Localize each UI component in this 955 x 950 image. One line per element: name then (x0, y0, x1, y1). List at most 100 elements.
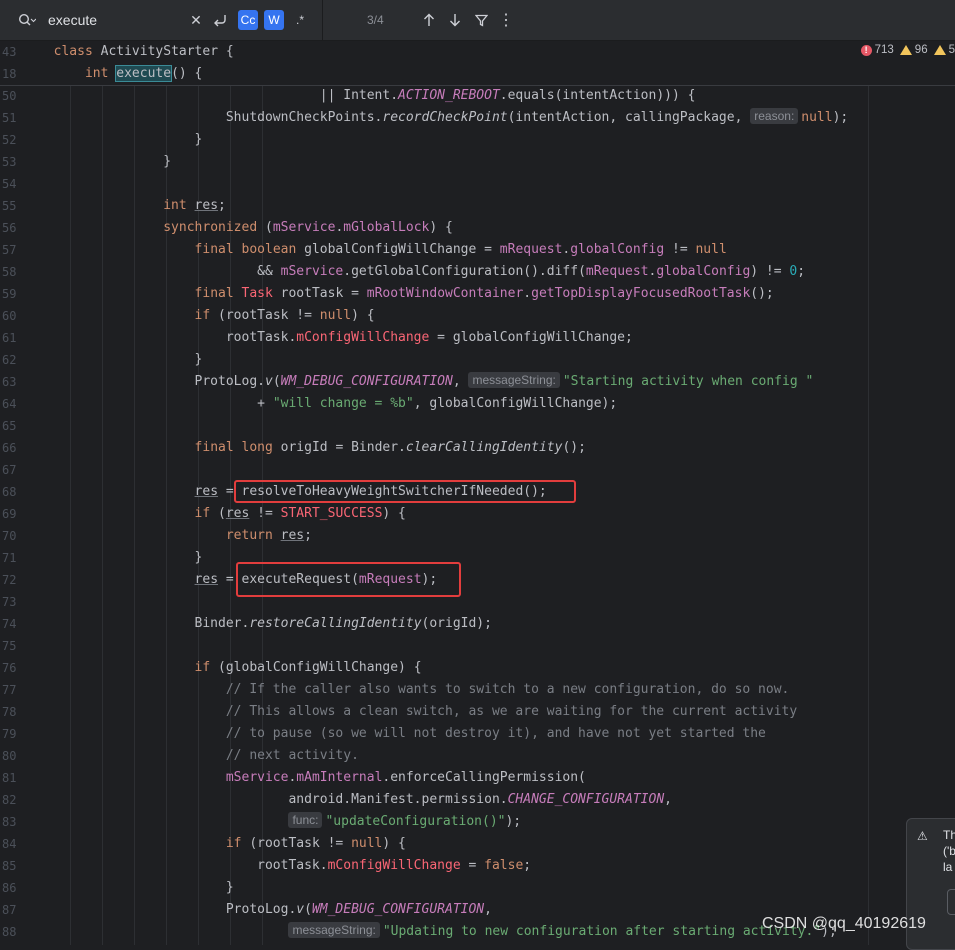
code-line[interactable]: 63 ProtoLog.v(WM_DEBUG_CONFIGURATION, me… (0, 371, 955, 393)
line-number: 69 (2, 507, 17, 521)
code-line[interactable]: 69 if (res != START_SUCCESS) { (0, 503, 955, 525)
error-count: 713 (874, 44, 894, 56)
line-number: 57 (2, 243, 17, 257)
error-icon: ! (860, 44, 872, 56)
code-text: // next activity. (225, 748, 359, 763)
code-line[interactable]: 53 } (0, 151, 955, 173)
code-text: if (globalConfigWillChange) { (194, 660, 422, 675)
code-line[interactable]: 70 return res; (0, 525, 955, 547)
regex-button[interactable]: .* (290, 10, 310, 30)
line-number: 59 (2, 287, 17, 301)
next-occurrence-icon[interactable] (446, 10, 464, 30)
code-text: ProtoLog.v(WM_DEBUG_CONFIGURATION, (38, 902, 492, 917)
line-number: 58 (2, 265, 17, 279)
line-number: 56 (2, 221, 17, 235)
sticky-line[interactable]: 18 int execute() { (0, 63, 955, 85)
code-line[interactable]: 78 // This allows a clean switch, as we … (0, 701, 955, 723)
search-history-icon[interactable] (16, 10, 38, 30)
code-line[interactable]: 86 } (0, 877, 955, 899)
code-line[interactable]: 71 } (0, 547, 955, 569)
code-text: final Task rootTask = mRootWindowContain… (194, 286, 774, 301)
line-number: 18 (2, 67, 17, 81)
line-number: 86 (2, 881, 17, 895)
code-line[interactable]: 67 (0, 459, 955, 481)
notification-text: Th ('b la (943, 828, 955, 874)
match-count: 3/4 (367, 13, 384, 27)
code-line[interactable]: 76 if (globalConfigWillChange) { (0, 657, 955, 679)
code-text: rootTask.mConfigWillChange = globalConfi… (38, 330, 633, 345)
words-button[interactable]: W (264, 10, 284, 30)
code-text: } (38, 132, 203, 147)
code-line[interactable]: 57 final boolean globalConfigWillChange … (0, 239, 955, 261)
code-line[interactable]: 62 } (0, 349, 955, 371)
code-text: return res; (225, 528, 312, 543)
code-text: // This allows a clean switch, as we are… (225, 704, 798, 719)
weak-warning-count: 5 (948, 44, 955, 56)
code-line[interactable]: 85 rootTask.mConfigWillChange = false; (0, 855, 955, 877)
code-text: int execute() { (84, 65, 203, 82)
code-text: && mService.getGlobalConfiguration().dif… (38, 264, 806, 279)
code-line[interactable]: 82 android.Manifest.permission.CHANGE_CO… (0, 789, 955, 811)
line-number: 62 (2, 353, 17, 367)
line-number: 53 (2, 155, 17, 169)
code-line[interactable]: 55 int res; (0, 195, 955, 217)
line-number: 84 (2, 837, 17, 851)
line-number: 50 (2, 89, 17, 103)
line-number: 68 (2, 485, 17, 499)
sticky-line[interactable]: 43 class ActivityStarter { (0, 41, 955, 63)
line-number: 67 (2, 463, 17, 477)
code-line[interactable]: 61 rootTask.mConfigWillChange = globalCo… (0, 327, 955, 349)
line-number: 78 (2, 705, 17, 719)
line-number: 88 (2, 925, 17, 939)
inspection-widget[interactable]: ! 713 96 5 (860, 44, 955, 56)
code-line[interactable]: 52 } (0, 129, 955, 151)
line-number: 61 (2, 331, 17, 345)
sticky-lines[interactable]: 43 class ActivityStarter {18 int execute… (0, 41, 955, 86)
match-case-button[interactable]: Cc (238, 10, 258, 30)
code-line[interactable]: 72 res = executeRequest(mRequest); (0, 569, 955, 591)
watermark: CSDN @qq_40192619 (762, 915, 926, 932)
code-line[interactable]: 80 // next activity. (0, 745, 955, 767)
line-number: 65 (2, 419, 17, 433)
code-text: } (38, 352, 203, 367)
code-line[interactable]: 81 mService.mAmInternal.enforceCallingPe… (0, 767, 955, 789)
code-line[interactable]: 54 (0, 173, 955, 195)
code-line[interactable]: 66 final long origId = Binder.clearCalli… (0, 437, 955, 459)
code-text: messageString: "Updating to new configura… (38, 921, 837, 943)
previous-occurrence-icon[interactable] (420, 10, 438, 30)
code-line[interactable]: 64 + "will change = %b", globalConfigWil… (0, 393, 955, 415)
code-line[interactable]: 56 synchronized (mService.mGlobalLock) { (0, 217, 955, 239)
notification-button[interactable] (947, 889, 955, 915)
code-text: if (rootTask != null) { (194, 308, 375, 323)
code-text: mService.mAmInternal.enforceCallingPermi… (225, 770, 586, 785)
code-text: } (38, 154, 172, 169)
code-line[interactable]: 59 final Task rootTask = mRootWindowCont… (0, 283, 955, 305)
search-input[interactable] (48, 11, 188, 29)
filter-icon[interactable] (472, 10, 490, 30)
line-number: 43 (2, 45, 17, 59)
code-line[interactable]: 50 || Intent.ACTION_REBOOT.equals(intent… (0, 85, 955, 107)
code-line[interactable]: 74 Binder.restoreCallingIdentity(origId)… (0, 613, 955, 635)
code-line[interactable]: 60 if (rootTask != null) { (0, 305, 955, 327)
code-line[interactable]: 79 // to pause (so we will not destroy i… (0, 723, 955, 745)
code-text: ProtoLog.v(WM_DEBUG_CONFIGURATION, messa… (38, 372, 814, 389)
new-line-icon[interactable] (210, 10, 230, 30)
line-number: 79 (2, 727, 17, 741)
clear-search-icon[interactable]: ✕ (188, 10, 204, 30)
code-text: || Intent.ACTION_REBOOT.equals(intentAct… (38, 88, 696, 103)
code-line[interactable]: 58 && mService.getGlobalConfiguration().… (0, 261, 955, 283)
more-options-icon[interactable]: ⋮ (498, 10, 514, 30)
code-line[interactable]: 73 (0, 591, 955, 613)
line-number: 85 (2, 859, 17, 873)
code-text: func: "updateConfiguration()"); (38, 811, 521, 833)
code-line[interactable]: 51 ShutdownCheckPoints.recordCheckPoint(… (0, 107, 955, 129)
code-line[interactable]: 65 (0, 415, 955, 437)
code-line[interactable]: 77 // If the caller also wants to switch… (0, 679, 955, 701)
code-line[interactable]: 83 func: "updateConfiguration()"); (0, 811, 955, 833)
code-text: // to pause (so we will not destroy it),… (225, 726, 766, 741)
code-line[interactable]: 75 (0, 635, 955, 657)
code-text: class ActivityStarter { (53, 44, 234, 59)
code-text: + "will change = %b", globalConfigWillCh… (38, 396, 618, 411)
code-line[interactable]: 84 if (rootTask != null) { (0, 833, 955, 855)
line-number: 74 (2, 617, 17, 631)
